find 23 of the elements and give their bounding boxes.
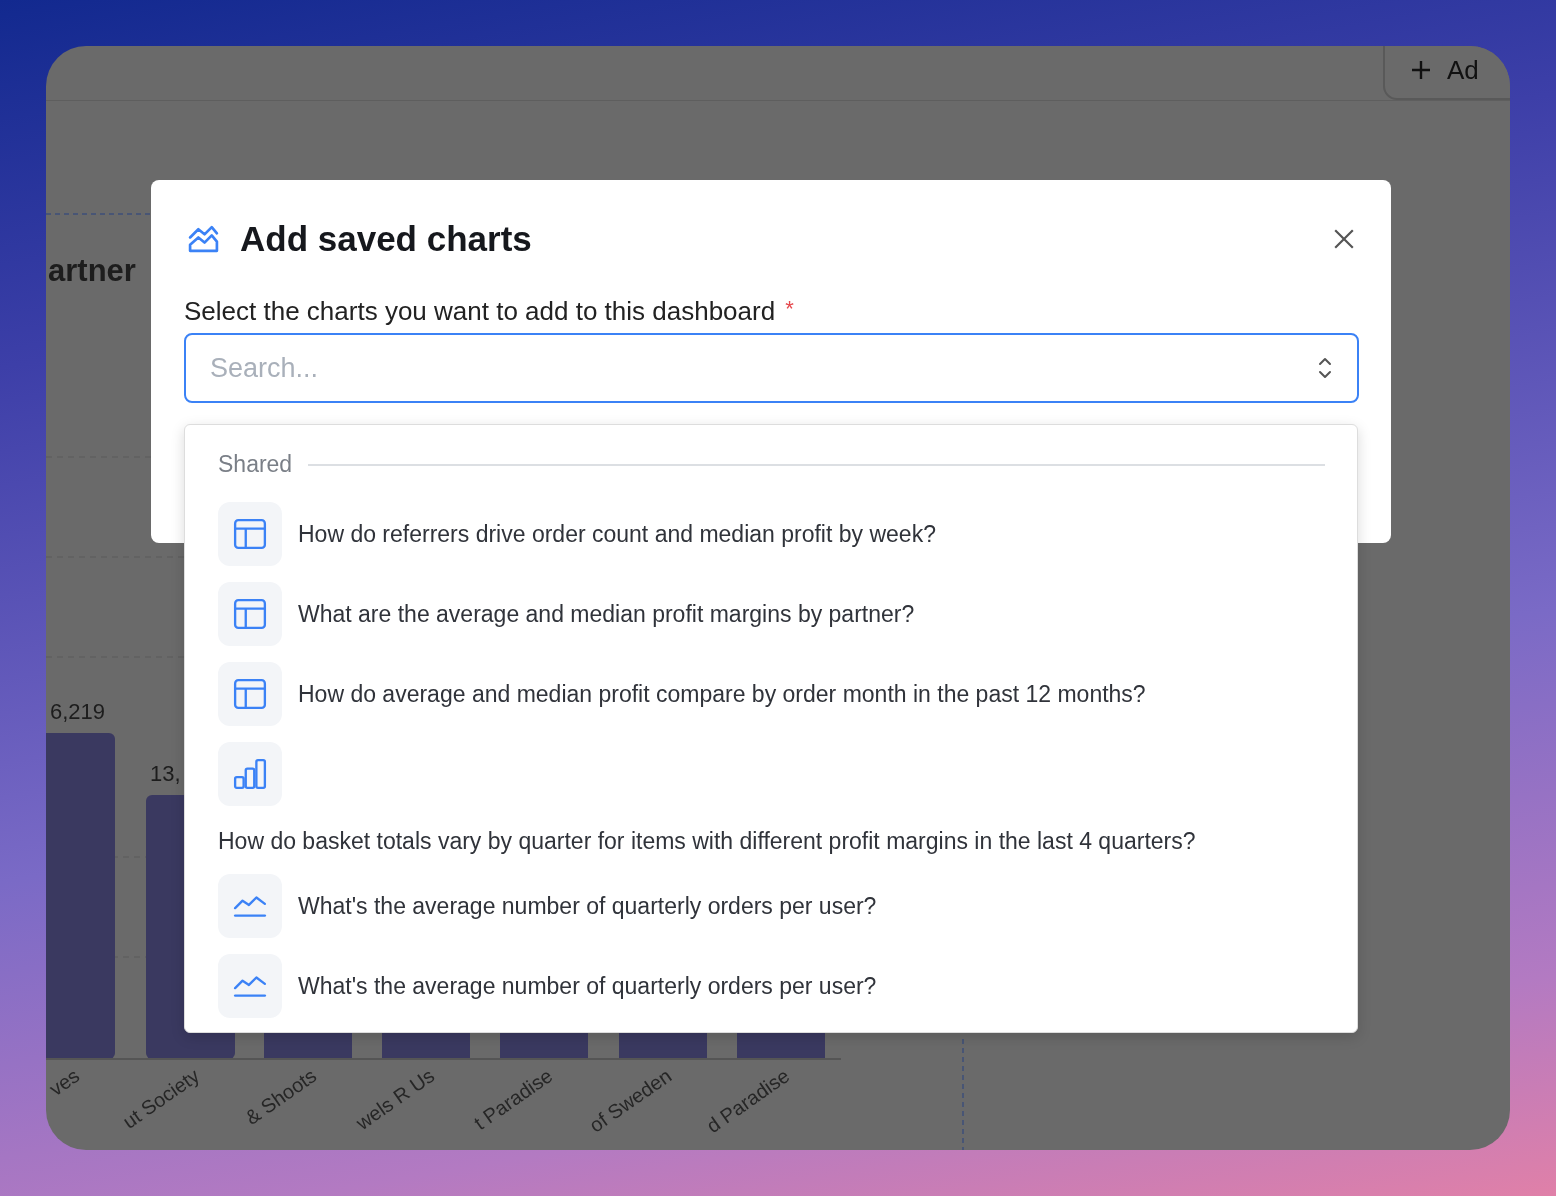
dialog-title: Add saved charts [240,219,532,259]
bar-value: 13, [150,761,181,786]
chart-option[interactable]: What are the average and median profit margins by partner? [218,574,1325,654]
chart-option[interactable]: What's the average number of quarterly orders per user? [218,866,1325,946]
search-field[interactable]: Search... [184,333,1359,403]
group-heading: Shared [218,451,293,478]
required-mark: * [785,296,794,323]
chart-option[interactable]: How do average and median profit compare by order month in the past 12 months? [218,654,1325,734]
table-icon [233,677,267,711]
table-icon [233,597,267,631]
axis-label: wels R Us [351,1064,439,1134]
plus-icon [1409,58,1433,82]
axis-label: ves [46,1064,84,1101]
bar-value: 6,219 [50,699,106,724]
chart-title: artner [48,253,136,288]
chart-option[interactable]: What's the average number of quarterly orders per user? [218,946,1325,1026]
chart-option[interactable]: How do referrers drive order count and median profit by week? [218,494,1325,574]
chevron-up-down-icon [1317,355,1333,381]
chart-option[interactable]: How do basket totals vary by quarter for items with different profit margins in the last 4 quarters? [218,734,1325,866]
table-icon [233,517,267,551]
bar-chart-icon [233,757,267,791]
field-label: Select the charts you want to add to this dashboard [184,296,776,327]
area-chart-icon [187,224,220,254]
